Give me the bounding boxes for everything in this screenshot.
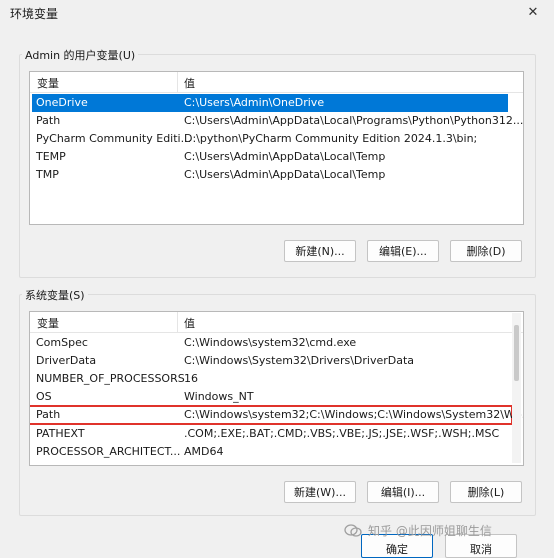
variable-name: TEMP xyxy=(36,150,66,163)
column-divider[interactable] xyxy=(177,72,178,92)
watermark-text: 知乎 @此因师姐聊生信 xyxy=(368,524,492,538)
variable-name: OS xyxy=(36,390,52,403)
vertical-scrollbar[interactable] xyxy=(512,313,521,463)
wechat-icon xyxy=(344,523,362,537)
variable-name: OneDrive xyxy=(36,96,88,109)
user-list-header: 变量 值 xyxy=(30,72,523,93)
system-list-header: 变量 值 xyxy=(30,312,523,333)
title-bar: 环境变量 ✕ xyxy=(0,0,554,26)
list-item[interactable]: PyCharm Community Editi... D:\python\PyC… xyxy=(32,130,508,148)
system-edit-button[interactable]: 编辑(I)... xyxy=(367,481,439,503)
variable-value: C:\Windows\system32;C:\Windows;C:\Window… xyxy=(184,408,524,421)
list-item[interactable]: ComSpec C:\Windows\system32\cmd.exe xyxy=(32,334,512,352)
variable-value: .COM;.EXE;.BAT;.CMD;.VBS;.VBE;.JS;.JSE;.… xyxy=(184,427,500,440)
watermark: 知乎 @此因师姐聊生信 xyxy=(344,522,492,539)
window-title: 环境变量 xyxy=(10,7,59,21)
variable-name: Path xyxy=(36,408,61,421)
list-item[interactable]: TEMP C:\Users\Admin\AppData\Local\Temp xyxy=(32,148,508,166)
column-header-value[interactable]: 值 xyxy=(184,75,195,91)
scrollbar-thumb[interactable] xyxy=(514,325,519,381)
list-item[interactable]: OneDrive C:\Users\Admin\OneDrive xyxy=(32,94,508,112)
system-new-button[interactable]: 新建(W)... xyxy=(284,481,356,503)
variable-name: ComSpec xyxy=(36,336,88,349)
system-variables-list[interactable]: 变量 值 ComSpec C:\Windows\system32\cmd.exe… xyxy=(29,311,524,466)
close-button[interactable]: ✕ xyxy=(522,1,544,23)
column-header-variable[interactable]: 变量 xyxy=(37,315,59,331)
variable-value: C:\Windows\System32\Drivers\DriverData xyxy=(184,354,415,367)
variable-name: DriverData xyxy=(36,354,97,367)
variable-value: C:\Users\Admin\AppData\Local\Temp xyxy=(184,168,386,181)
column-header-variable[interactable]: 变量 xyxy=(37,75,59,91)
user-variables-label: Admin 的用户变量(U) xyxy=(22,47,139,63)
variable-value: C:\Users\Admin\AppData\Local\Programs\Py… xyxy=(184,114,524,127)
list-item[interactable]: PROCESSOR_ARCHITECT... AMD64 xyxy=(32,443,512,461)
list-item[interactable]: NUMBER_OF_PROCESSORS 16 xyxy=(32,370,512,388)
variable-name: Path xyxy=(36,114,61,127)
variable-name: NUMBER_OF_PROCESSORS xyxy=(36,372,185,385)
system-variables-label: 系统变量(S) xyxy=(22,287,88,303)
variable-value: AMD64 xyxy=(184,445,224,458)
column-header-value[interactable]: 值 xyxy=(184,315,195,331)
user-new-button[interactable]: 新建(N)... xyxy=(284,240,356,262)
variable-value: C:\Users\Admin\OneDrive xyxy=(184,96,325,109)
close-icon: ✕ xyxy=(527,4,539,20)
list-item[interactable]: OS Windows_NT xyxy=(32,388,512,406)
list-item[interactable]: Path C:\Users\Admin\AppData\Local\Progra… xyxy=(32,112,523,130)
list-item[interactable]: PATHEXT .COM;.EXE;.BAT;.CMD;.VBS;.VBE;.J… xyxy=(32,425,512,443)
user-edit-button[interactable]: 编辑(E)... xyxy=(367,240,439,262)
variable-name: PATHEXT xyxy=(36,427,85,440)
system-delete-button[interactable]: 删除(L) xyxy=(450,481,522,503)
variable-name: PROCESSOR_ARCHITECT... xyxy=(36,445,181,458)
variable-name: TMP xyxy=(36,168,59,181)
variable-name: PyCharm Community Editi... xyxy=(36,132,192,145)
variable-value: 16 xyxy=(184,372,198,385)
variable-value: Windows_NT xyxy=(184,390,254,403)
user-delete-button[interactable]: 删除(D) xyxy=(450,240,522,262)
column-divider[interactable] xyxy=(177,312,178,332)
variable-value: C:\Windows\system32\cmd.exe xyxy=(184,336,357,349)
list-item-path-highlighted[interactable]: Path C:\Windows\system32;C:\Windows;C:\W… xyxy=(30,405,523,425)
user-variables-list[interactable]: 变量 值 OneDrive C:\Users\Admin\OneDrive Pa… xyxy=(29,71,524,225)
variable-value: D:\python\PyCharm Community Edition 2024… xyxy=(184,132,478,145)
list-item[interactable]: DriverData C:\Windows\System32\Drivers\D… xyxy=(32,352,512,370)
variable-value: C:\Users\Admin\AppData\Local\Temp xyxy=(184,150,386,163)
list-item[interactable]: TMP C:\Users\Admin\AppData\Local\Temp xyxy=(32,166,508,184)
